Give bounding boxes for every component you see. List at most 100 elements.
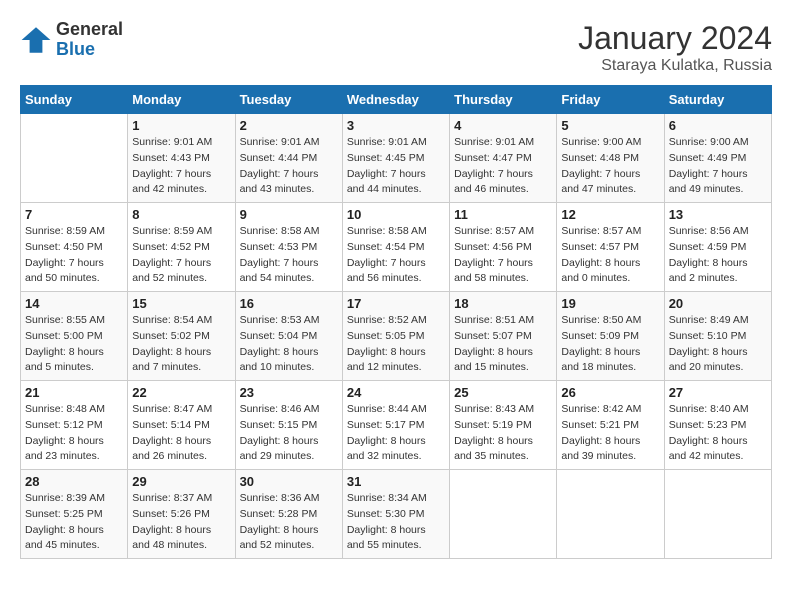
- day-cell: 31 Sunrise: 8:34 AM Sunset: 5:30 PM Dayl…: [342, 470, 449, 559]
- daylight: Daylight: 7 hours and 42 minutes.: [132, 168, 211, 196]
- logo-line1: General: [56, 20, 123, 40]
- day-info: Sunrise: 9:00 AM Sunset: 4:49 PM Dayligh…: [669, 135, 767, 198]
- sunset: Sunset: 5:09 PM: [561, 330, 639, 342]
- sunset: Sunset: 4:53 PM: [240, 241, 318, 253]
- day-info: Sunrise: 8:34 AM Sunset: 5:30 PM Dayligh…: [347, 491, 445, 554]
- daylight: Daylight: 7 hours and 52 minutes.: [132, 257, 211, 285]
- week-row-3: 14 Sunrise: 8:55 AM Sunset: 5:00 PM Dayl…: [21, 292, 772, 381]
- day-info: Sunrise: 8:44 AM Sunset: 5:17 PM Dayligh…: [347, 402, 445, 465]
- sunrise: Sunrise: 8:53 AM: [240, 314, 320, 326]
- daylight: Daylight: 7 hours and 56 minutes.: [347, 257, 426, 285]
- sunrise: Sunrise: 8:37 AM: [132, 492, 212, 504]
- column-header-monday: Monday: [128, 86, 235, 114]
- daylight: Daylight: 8 hours and 20 minutes.: [669, 346, 748, 374]
- day-info: Sunrise: 8:43 AM Sunset: 5:19 PM Dayligh…: [454, 402, 552, 465]
- day-cell: 21 Sunrise: 8:48 AM Sunset: 5:12 PM Dayl…: [21, 381, 128, 470]
- day-cell: 24 Sunrise: 8:44 AM Sunset: 5:17 PM Dayl…: [342, 381, 449, 470]
- sunrise: Sunrise: 8:48 AM: [25, 403, 105, 415]
- day-cell: 12 Sunrise: 8:57 AM Sunset: 4:57 PM Dayl…: [557, 203, 664, 292]
- day-cell: 15 Sunrise: 8:54 AM Sunset: 5:02 PM Dayl…: [128, 292, 235, 381]
- day-number: 15: [132, 296, 230, 311]
- day-number: 2: [240, 118, 338, 133]
- day-info: Sunrise: 8:58 AM Sunset: 4:53 PM Dayligh…: [240, 224, 338, 287]
- day-cell: 6 Sunrise: 9:00 AM Sunset: 4:49 PM Dayli…: [664, 114, 771, 203]
- day-number: 13: [669, 207, 767, 222]
- day-number: 21: [25, 385, 123, 400]
- calendar-header: SundayMondayTuesdayWednesdayThursdayFrid…: [21, 86, 772, 114]
- day-info: Sunrise: 8:51 AM Sunset: 5:07 PM Dayligh…: [454, 313, 552, 376]
- sunset: Sunset: 5:26 PM: [132, 508, 210, 520]
- sunrise: Sunrise: 9:00 AM: [669, 136, 749, 148]
- sunrise: Sunrise: 8:49 AM: [669, 314, 749, 326]
- day-info: Sunrise: 9:01 AM Sunset: 4:43 PM Dayligh…: [132, 135, 230, 198]
- column-header-wednesday: Wednesday: [342, 86, 449, 114]
- sunrise: Sunrise: 9:00 AM: [561, 136, 641, 148]
- day-info: Sunrise: 8:37 AM Sunset: 5:26 PM Dayligh…: [132, 491, 230, 554]
- sunrise: Sunrise: 8:57 AM: [454, 225, 534, 237]
- day-cell: 4 Sunrise: 9:01 AM Sunset: 4:47 PM Dayli…: [450, 114, 557, 203]
- day-cell: 3 Sunrise: 9:01 AM Sunset: 4:45 PM Dayli…: [342, 114, 449, 203]
- sunset: Sunset: 4:47 PM: [454, 152, 532, 164]
- day-cell: 18 Sunrise: 8:51 AM Sunset: 5:07 PM Dayl…: [450, 292, 557, 381]
- daylight: Daylight: 8 hours and 2 minutes.: [669, 257, 748, 285]
- sunset: Sunset: 5:07 PM: [454, 330, 532, 342]
- day-info: Sunrise: 8:57 AM Sunset: 4:56 PM Dayligh…: [454, 224, 552, 287]
- day-number: 3: [347, 118, 445, 133]
- day-number: 23: [240, 385, 338, 400]
- sunset: Sunset: 4:52 PM: [132, 241, 210, 253]
- sunrise: Sunrise: 9:01 AM: [132, 136, 212, 148]
- sunrise: Sunrise: 8:36 AM: [240, 492, 320, 504]
- daylight: Daylight: 7 hours and 43 minutes.: [240, 168, 319, 196]
- sunset: Sunset: 5:21 PM: [561, 419, 639, 431]
- day-number: 30: [240, 474, 338, 489]
- daylight: Daylight: 8 hours and 7 minutes.: [132, 346, 211, 374]
- day-info: Sunrise: 8:48 AM Sunset: 5:12 PM Dayligh…: [25, 402, 123, 465]
- column-header-thursday: Thursday: [450, 86, 557, 114]
- week-row-4: 21 Sunrise: 8:48 AM Sunset: 5:12 PM Dayl…: [21, 381, 772, 470]
- sunrise: Sunrise: 8:39 AM: [25, 492, 105, 504]
- sunrise: Sunrise: 8:40 AM: [669, 403, 749, 415]
- day-info: Sunrise: 8:54 AM Sunset: 5:02 PM Dayligh…: [132, 313, 230, 376]
- sunrise: Sunrise: 8:42 AM: [561, 403, 641, 415]
- daylight: Daylight: 8 hours and 32 minutes.: [347, 435, 426, 463]
- day-cell: 14 Sunrise: 8:55 AM Sunset: 5:00 PM Dayl…: [21, 292, 128, 381]
- daylight: Daylight: 8 hours and 39 minutes.: [561, 435, 640, 463]
- day-number: 22: [132, 385, 230, 400]
- daylight: Daylight: 8 hours and 5 minutes.: [25, 346, 104, 374]
- day-cell: 23 Sunrise: 8:46 AM Sunset: 5:15 PM Dayl…: [235, 381, 342, 470]
- column-header-sunday: Sunday: [21, 86, 128, 114]
- sunset: Sunset: 4:54 PM: [347, 241, 425, 253]
- day-cell: 17 Sunrise: 8:52 AM Sunset: 5:05 PM Dayl…: [342, 292, 449, 381]
- week-row-1: 1 Sunrise: 9:01 AM Sunset: 4:43 PM Dayli…: [21, 114, 772, 203]
- sunset: Sunset: 5:02 PM: [132, 330, 210, 342]
- day-info: Sunrise: 8:59 AM Sunset: 4:50 PM Dayligh…: [25, 224, 123, 287]
- logo-line2: Blue: [56, 40, 123, 60]
- day-cell: 27 Sunrise: 8:40 AM Sunset: 5:23 PM Dayl…: [664, 381, 771, 470]
- calendar-title: January 2024: [578, 20, 772, 57]
- day-info: Sunrise: 8:59 AM Sunset: 4:52 PM Dayligh…: [132, 224, 230, 287]
- day-info: Sunrise: 9:01 AM Sunset: 4:44 PM Dayligh…: [240, 135, 338, 198]
- day-info: Sunrise: 8:40 AM Sunset: 5:23 PM Dayligh…: [669, 402, 767, 465]
- day-cell: 29 Sunrise: 8:37 AM Sunset: 5:26 PM Dayl…: [128, 470, 235, 559]
- daylight: Daylight: 7 hours and 49 minutes.: [669, 168, 748, 196]
- day-cell: [557, 470, 664, 559]
- day-cell: 30 Sunrise: 8:36 AM Sunset: 5:28 PM Dayl…: [235, 470, 342, 559]
- day-number: 24: [347, 385, 445, 400]
- sunrise: Sunrise: 8:58 AM: [347, 225, 427, 237]
- day-number: 17: [347, 296, 445, 311]
- day-number: 9: [240, 207, 338, 222]
- logo: General Blue: [20, 20, 123, 60]
- day-number: 31: [347, 474, 445, 489]
- day-cell: 11 Sunrise: 8:57 AM Sunset: 4:56 PM Dayl…: [450, 203, 557, 292]
- day-cell: 1 Sunrise: 9:01 AM Sunset: 4:43 PM Dayli…: [128, 114, 235, 203]
- sunset: Sunset: 5:17 PM: [347, 419, 425, 431]
- logo-icon: [20, 24, 52, 56]
- sunset: Sunset: 5:23 PM: [669, 419, 747, 431]
- day-info: Sunrise: 8:53 AM Sunset: 5:04 PM Dayligh…: [240, 313, 338, 376]
- week-row-2: 7 Sunrise: 8:59 AM Sunset: 4:50 PM Dayli…: [21, 203, 772, 292]
- title-block: January 2024 Staraya Kulatka, Russia: [578, 20, 772, 75]
- page-header: General Blue January 2024 Staraya Kulatk…: [20, 20, 772, 75]
- sunset: Sunset: 4:48 PM: [561, 152, 639, 164]
- sunset: Sunset: 5:25 PM: [25, 508, 103, 520]
- daylight: Daylight: 8 hours and 18 minutes.: [561, 346, 640, 374]
